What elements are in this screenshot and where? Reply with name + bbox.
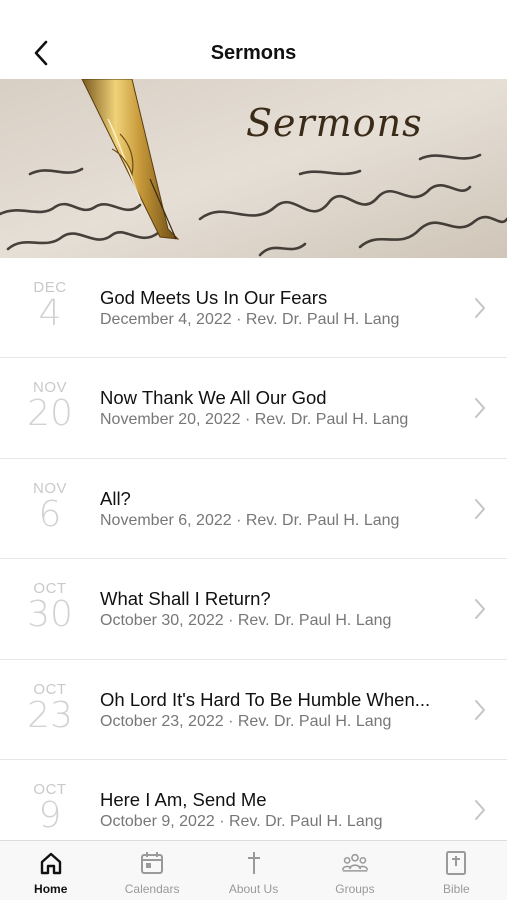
calendar-icon <box>138 849 166 877</box>
sermon-title: Here I Am, Send Me <box>100 788 267 810</box>
back-button[interactable] <box>26 38 56 68</box>
sermon-list: DEC 4 God Meets Us In Our Fears December… <box>0 258 507 840</box>
sermon-subtitle: November 20, 2022 · Rev. Dr. Paul H. Lan… <box>100 411 409 429</box>
sermon-row[interactable]: NOV 20 Now Thank We All Our God November… <box>0 358 507 459</box>
chevron-right-icon <box>475 398 485 419</box>
tab-bible[interactable]: Bible <box>406 841 507 900</box>
home-icon <box>37 849 65 877</box>
tab-groups[interactable]: Groups <box>304 841 405 900</box>
date-badge: OCT 30 <box>22 581 78 633</box>
date-badge: OCT 9 <box>22 781 78 836</box>
groups-icon <box>341 849 369 877</box>
sermon-title: Now Thank We All Our God <box>100 387 327 409</box>
sermons-banner: Sermons <box>0 79 507 258</box>
sermon-title: All? <box>100 487 131 509</box>
date-day: 30 <box>27 594 73 636</box>
tab-bar: Home Calendars About Us Groups Bible <box>0 840 507 900</box>
chevron-right-icon <box>475 799 485 820</box>
chevron-right-icon <box>475 498 485 519</box>
sermon-title: What Shall I Return? <box>100 588 271 610</box>
tab-label: Home <box>34 882 68 896</box>
tab-label: Groups <box>335 882 375 896</box>
chevron-right-icon <box>475 298 485 318</box>
tab-label: Bible <box>442 882 470 896</box>
sermon-row[interactable]: OCT 23 Oh Lord It's Hard To Be Humble Wh… <box>0 660 507 760</box>
navigation-bar: Sermons <box>0 28 507 78</box>
tab-label: About Us <box>228 882 279 896</box>
sermon-row[interactable]: NOV 6 All? November 6, 2022 · Rev. Dr. P… <box>0 459 507 560</box>
sermon-subtitle: November 6, 2022 · Rev. Dr. Paul H. Lang <box>100 511 400 529</box>
sermon-subtitle: October 9, 2022 · Rev. Dr. Paul H. Lang <box>100 812 383 830</box>
date-badge: NOV 6 <box>22 480 78 535</box>
cross-icon <box>240 849 268 877</box>
sermon-row[interactable]: OCT 9 Here I Am, Send Me October 9, 2022… <box>0 760 507 840</box>
chevron-left-icon <box>34 40 48 66</box>
chevron-right-icon <box>475 599 485 620</box>
date-day: 4 <box>38 293 62 334</box>
chevron-right-icon <box>475 699 485 720</box>
date-day: 20 <box>27 393 73 435</box>
date-day: 9 <box>38 794 62 836</box>
tab-label: Calendars <box>124 882 180 896</box>
date-badge: DEC 4 <box>22 280 78 332</box>
status-bar <box>0 0 507 28</box>
tab-about-us[interactable]: About Us <box>203 841 304 900</box>
page-title: Sermons <box>210 41 297 64</box>
sermon-title: God Meets Us In Our Fears <box>100 287 328 308</box>
sermon-subtitle: October 30, 2022 · Rev. Dr. Paul H. Lang <box>100 612 392 630</box>
tab-calendars[interactable]: Calendars <box>101 841 202 900</box>
banner-title: Sermons <box>246 101 423 145</box>
date-day: 23 <box>27 694 73 736</box>
sermon-subtitle: October 23, 2022 · Rev. Dr. Paul H. Lang <box>100 712 392 730</box>
sermon-subtitle: December 4, 2022 · Rev. Dr. Paul H. Lang <box>100 311 400 328</box>
bible-icon <box>442 849 470 877</box>
date-badge: NOV 20 <box>22 380 78 432</box>
sermon-row[interactable]: DEC 4 God Meets Us In Our Fears December… <box>0 258 507 359</box>
sermon-row[interactable]: OCT 30 What Shall I Return? October 30, … <box>0 559 507 660</box>
sermon-title: Oh Lord It's Hard To Be Humble When... <box>100 688 431 710</box>
date-day: 6 <box>38 493 62 535</box>
date-badge: OCT 23 <box>22 681 78 736</box>
tab-home[interactable]: Home <box>0 841 101 900</box>
